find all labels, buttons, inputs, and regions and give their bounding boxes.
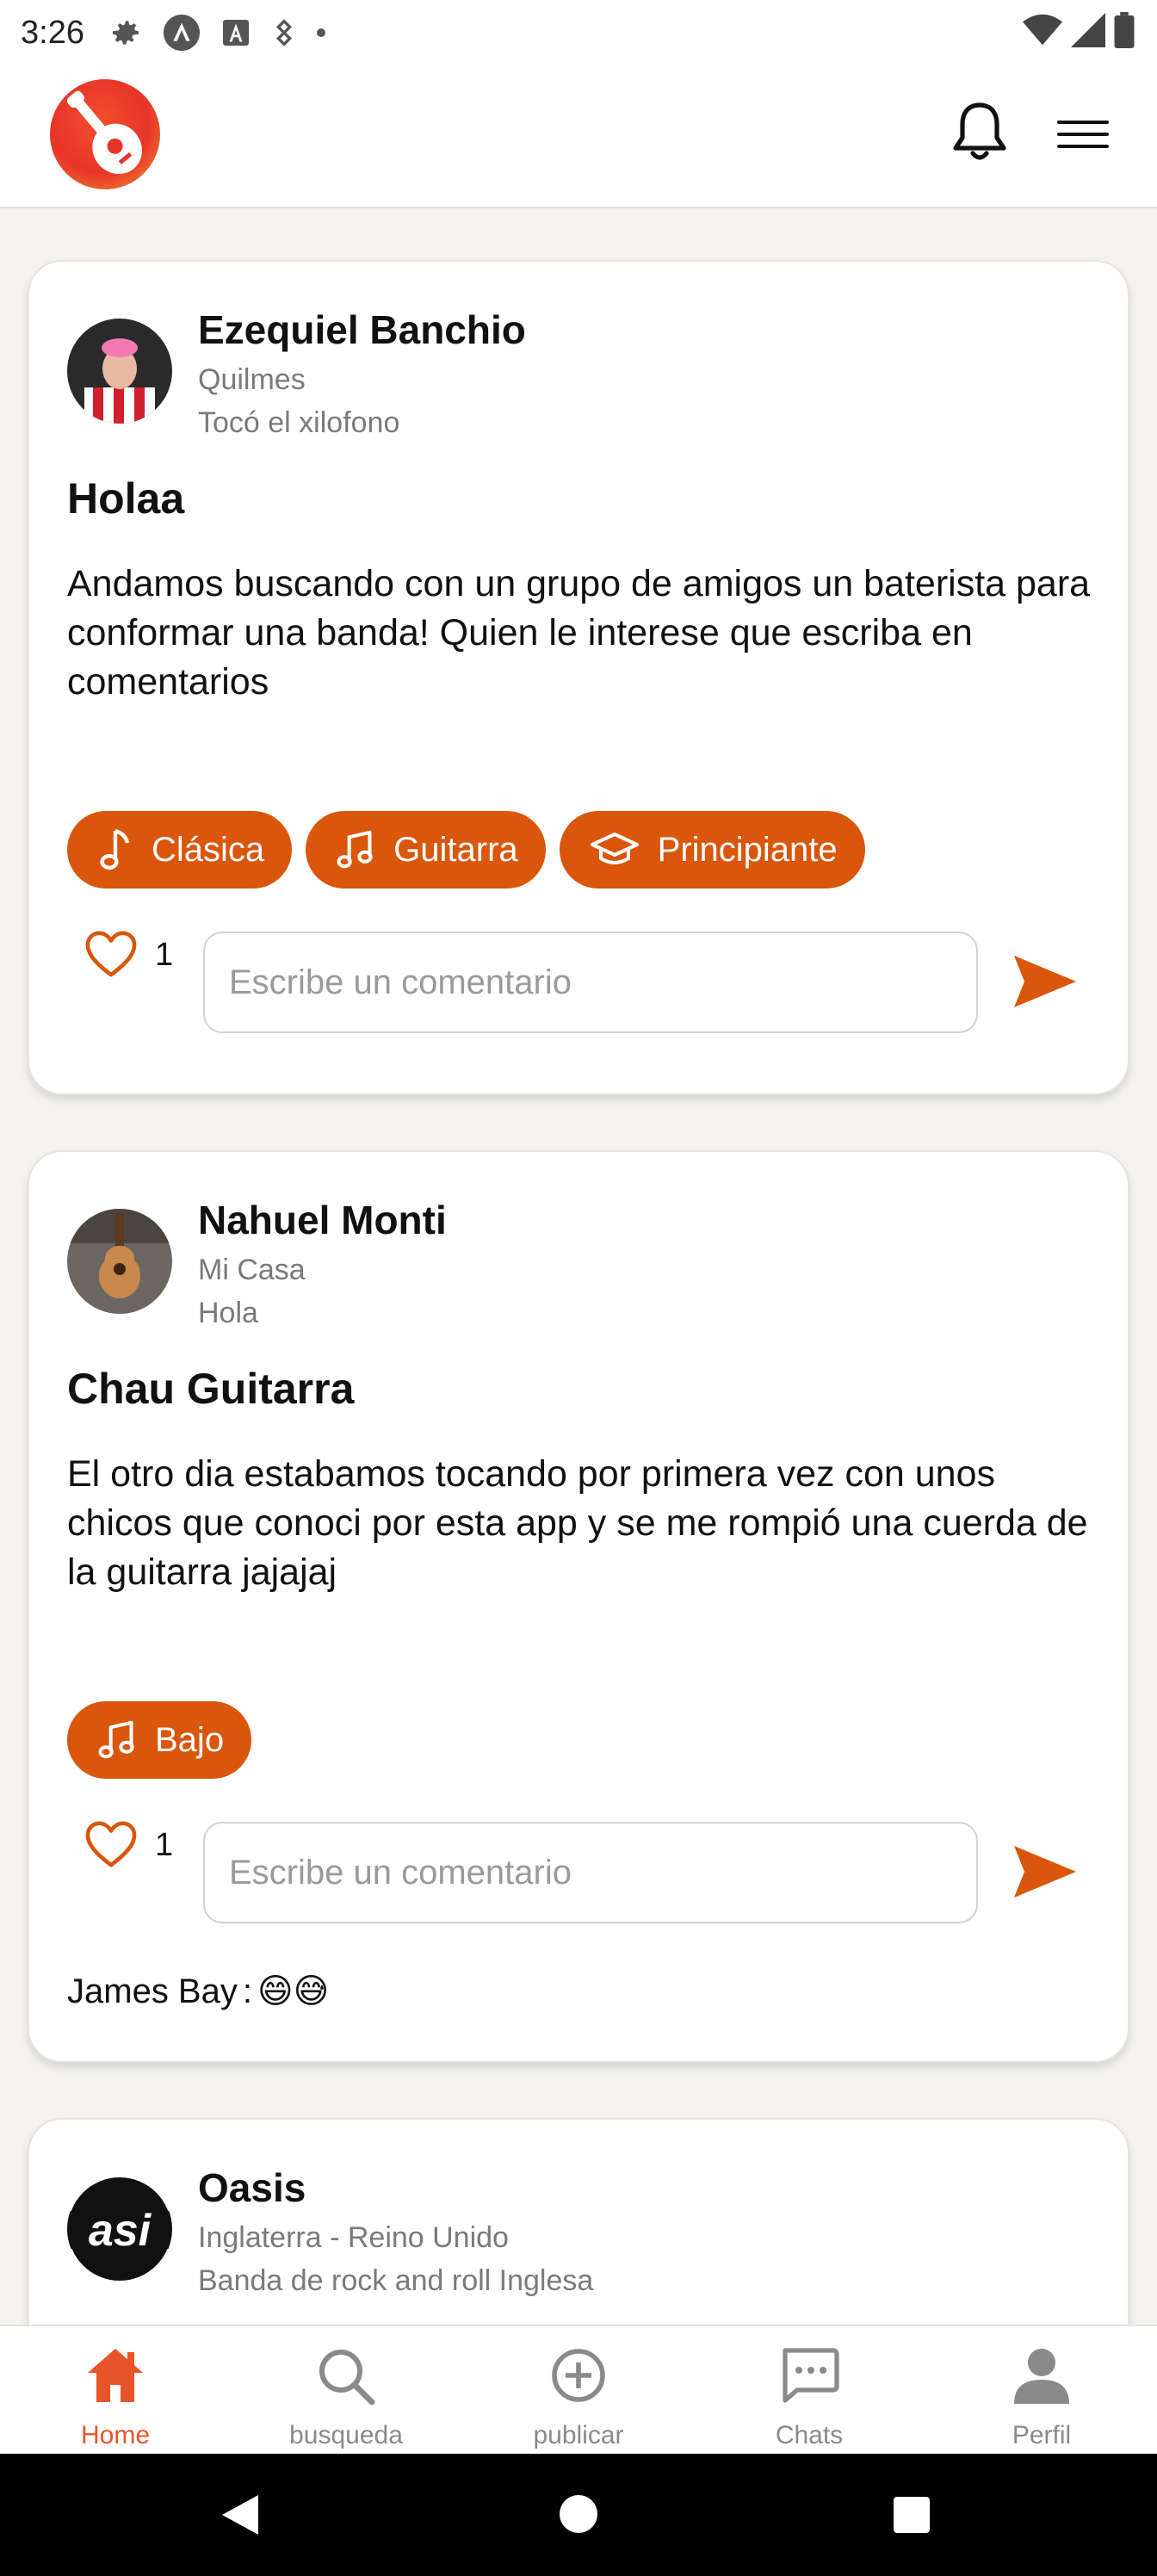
post-card: Nahuel Monti Mi Casa Hola Chau Guitarra … (28, 1150, 1129, 2063)
send-icon (1014, 956, 1076, 1007)
guitar-icon (66, 90, 142, 175)
post-activity: Tocó el xilofono (198, 406, 400, 439)
nav-perfil[interactable]: Perfil (956, 2326, 1128, 2455)
comment-input[interactable] (203, 1822, 978, 1923)
add-circle-icon (552, 2349, 605, 2402)
nav-busqueda[interactable]: busqueda (260, 2326, 432, 2455)
avatar[interactable] (67, 319, 172, 424)
post-location: Mi Casa (198, 1254, 306, 1286)
home-circle-icon[interactable] (558, 2493, 599, 2535)
comment-separator: : (242, 1972, 252, 2010)
nav-label: Home (80, 2421, 151, 2449)
post-location: Inglaterra - Reino Unido (198, 2221, 509, 2254)
data-saver-icon (275, 19, 292, 46)
music-note-icon (100, 828, 130, 870)
post-body: El otro dia estabamos tocando por primer… (67, 1453, 1088, 1593)
heart-icon (85, 1821, 137, 1867)
nav-label: publicar (533, 2421, 624, 2449)
tag-clasica[interactable]: Clásica (67, 811, 293, 889)
dot-icon (316, 28, 325, 37)
post-tags: Bajo (67, 1701, 252, 1779)
status-bar: 3:26 (0, 0, 1157, 65)
chat-icon (783, 2348, 839, 2403)
nav-chats[interactable]: Chats (723, 2326, 895, 2455)
android-auto-icon (163, 14, 201, 52)
post-location: Quilmes (198, 363, 306, 396)
nav-label: Chats (775, 2421, 844, 2449)
back-icon[interactable] (219, 2492, 262, 2538)
status-time: 3:26 (21, 14, 84, 51)
post-title: Chau Guitarra (67, 1365, 355, 1413)
post-card: Ezequiel Banchio Quilmes Tocó el xilofon… (28, 260, 1129, 1095)
nav-home[interactable]: Home (29, 2326, 201, 2455)
nav-publicar[interactable]: publicar (492, 2326, 665, 2455)
battery-icon (1114, 12, 1135, 48)
font-a-icon (222, 20, 249, 46)
tag-label: Clásica (152, 830, 265, 869)
tag-label: Guitarra (393, 830, 518, 869)
wifi-icon (1023, 14, 1062, 46)
post-body: Andamos buscando con un grupo de amigos … (67, 563, 1091, 703)
post-title: Holaa (67, 474, 185, 523)
avatar[interactable] (67, 1209, 172, 1314)
app-bar (0, 65, 1157, 208)
tag-guitarra[interactable]: Guitarra (306, 811, 546, 889)
status-right-icons (1023, 12, 1135, 48)
like-count: 1 (155, 936, 174, 973)
guitar-logo[interactable] (50, 79, 160, 189)
post-tags: Clásica Guitarra Principiante (67, 811, 865, 889)
system-navigation-bar (0, 2454, 1157, 2576)
tag-label: Principiante (657, 830, 838, 869)
post-activity: Hola (198, 1297, 258, 1329)
menu-button[interactable] (1055, 115, 1111, 153)
bottom-navigation: Home busqueda publicar Chats Perfil (0, 2325, 1157, 2454)
hamburger-menu-icon (1057, 121, 1109, 148)
heart-icon (85, 931, 137, 977)
home-icon (88, 2349, 143, 2402)
send-comment-button[interactable] (1012, 954, 1078, 1009)
tag-label: Bajo (155, 1720, 225, 1759)
nav-label: Perfil (1012, 2421, 1072, 2449)
music-notes-icon (98, 1720, 134, 1759)
comment-author: James Bay (67, 1972, 238, 2010)
comment: James Bay: 😄😅 (67, 1972, 329, 2011)
search-icon (319, 2350, 375, 2406)
like-button[interactable]: 1 (84, 925, 188, 985)
post-feed[interactable]: Ezequiel Banchio Quilmes Tocó el xilofon… (0, 208, 1157, 2325)
send-comment-button[interactable] (1012, 1844, 1078, 1899)
avatar[interactable]: asi (67, 2177, 172, 2282)
comment-input[interactable] (203, 932, 978, 1033)
tag-bajo[interactable]: Bajo (67, 1701, 252, 1779)
post-activity: Banda de rock and roll Inglesa (198, 2264, 594, 2297)
nav-label: busqueda (289, 2421, 403, 2449)
svg-text:asi: asi (89, 2206, 152, 2256)
bell-icon (953, 102, 1006, 160)
like-button[interactable]: 1 (84, 1815, 188, 1875)
post-author[interactable]: Ezequiel Banchio (198, 307, 526, 353)
post-author[interactable]: Nahuel Monti (198, 1197, 447, 1243)
comment-text: 😄😅 (257, 1972, 330, 2011)
person-icon (1014, 2349, 1069, 2404)
status-left-icons (108, 13, 325, 53)
gear-icon (112, 21, 139, 45)
signal-icon (1071, 13, 1105, 47)
send-icon (1014, 1846, 1076, 1898)
post-author[interactable]: Oasis (198, 2164, 306, 2211)
graduation-cap-icon (590, 833, 639, 864)
tag-principiante[interactable]: Principiante (559, 811, 865, 889)
recents-icon[interactable] (892, 2495, 931, 2535)
like-count: 1 (155, 1826, 174, 1863)
notifications-button[interactable] (950, 100, 1009, 165)
music-notes-icon (337, 830, 373, 869)
post-card: asi Oasis Inglaterra - Reino Unido Banda… (28, 2118, 1129, 2325)
